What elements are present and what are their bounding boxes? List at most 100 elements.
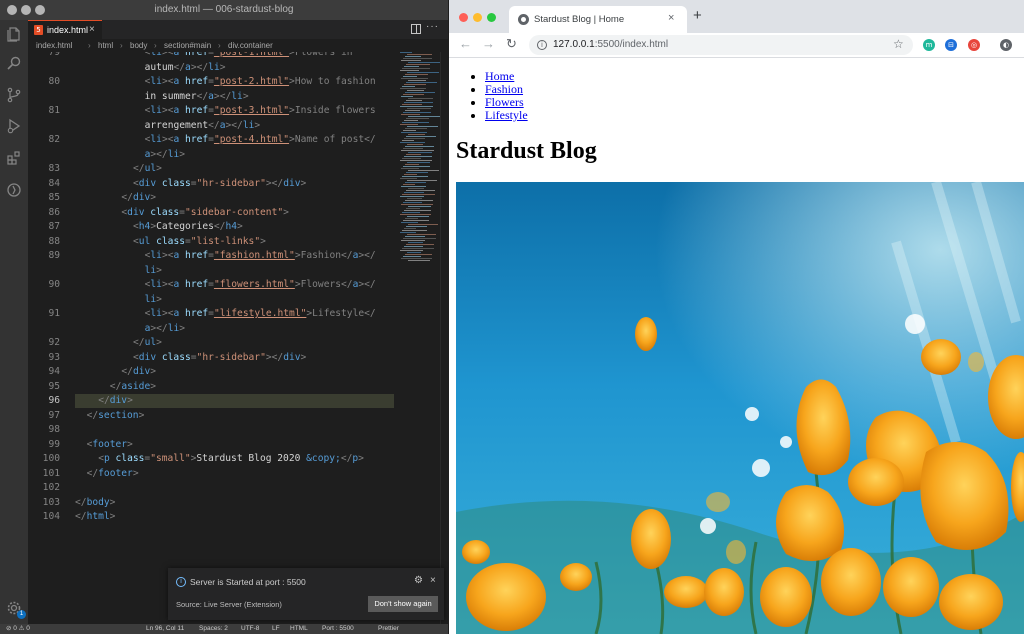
extension-icon[interactable]: m [923,39,935,51]
minimap-line [407,54,432,55]
toast-gear-icon[interactable]: ⚙ [414,575,423,586]
editor-tab-bar: 5 index.html × ··· [28,20,448,39]
minimap-line [405,200,433,201]
minimap-line [404,66,419,67]
encoding-status[interactable]: UTF-8 [241,624,259,634]
minimap-line [405,164,419,165]
minimap[interactable] [400,52,441,272]
minimap-line [401,240,425,241]
breadcrumb-chevron-icon: › [120,41,123,50]
minimap-line [403,148,423,149]
line-number: 88 [48,235,60,247]
minimap-line [404,246,423,247]
url-path: :5500/index.html [594,39,669,50]
address-bar[interactable]: i 127.0.0.1:5500/index.html ☆ [529,35,913,55]
toast-close-icon[interactable]: × [430,575,436,586]
minimap-line [407,90,424,91]
dont-show-again-button[interactable]: Don't show again [368,596,438,612]
html5-file-icon: 5 [34,25,43,35]
cursor-position[interactable]: Ln 96, Col 11 [146,624,184,634]
nav-link-flowers[interactable]: Flowers [485,95,524,109]
nav-link-home[interactable]: Home [485,69,514,83]
extensions-icon[interactable] [6,150,22,166]
source-control-icon[interactable] [6,87,22,103]
close-window-button[interactable] [459,13,468,22]
minimize-window-button[interactable] [473,13,482,22]
minimap-line [405,218,418,219]
prettier-status[interactable]: Prettier [378,624,399,634]
minimap-line [403,220,429,221]
line-number: 92 [48,337,60,348]
code-line: <li><a href="lifestyle.html">Lifestyle</ [144,308,376,319]
live-server-port[interactable]: Port : 5500 [322,624,354,634]
nav-item: Lifestyle [485,109,528,122]
minimap-line [400,214,431,215]
code-line: li> [144,293,162,305]
line-number: 89 [48,250,60,261]
eol-status[interactable]: LF [272,624,280,634]
code-editor[interactable]: 79 <li><a href="post-1.html">Flowers in au… [28,52,448,624]
run-debug-icon[interactable] [6,118,22,134]
reload-icon[interactable]: ↻ [506,36,517,52]
minimap-line [401,78,428,79]
breadcrumb-item[interactable]: section#main [164,41,211,50]
breadcrumb-item[interactable]: body [130,41,147,50]
code-line: <p class="small">Stardust Blog 2020 &cop… [98,453,364,464]
tab-close-icon[interactable]: × [668,12,674,24]
tab-close-icon[interactable]: × [89,24,95,35]
window-title: index.html — 006-stardust-blog [154,4,294,15]
breadcrumb-chevron-icon: › [88,41,91,50]
code-line: <footer> [86,438,133,450]
page-title: Stardust Blog [456,138,597,164]
more-actions-icon[interactable]: ··· [426,21,439,32]
browser-toolbar: ← → ↻ i 127.0.0.1:5500/index.html ☆ m ⊟ … [449,33,1024,58]
line-number: 94 [48,366,60,377]
browser-tab-title: Stardust Blog | Home [534,14,625,25]
extension-icon[interactable]: ⊟ [945,39,957,51]
manage-gear-icon[interactable]: 1 [6,600,26,619]
minimap-line [404,192,424,193]
browser-tab-home[interactable]: Stardust Blog | Home × [509,6,687,33]
minimap-line [403,112,431,113]
line-number: 95 [48,380,60,392]
editor-scrollbar[interactable] [440,52,448,624]
back-arrow-icon[interactable]: ← [459,37,472,51]
split-editor-icon[interactable] [411,24,421,34]
tab-index-html[interactable]: 5 index.html × [28,20,102,39]
breadcrumb-item[interactable]: index.html [36,41,72,50]
line-number: 84 [48,177,60,189]
minimap-line [406,226,427,227]
minimap-line [406,136,436,137]
code-line: a></li> [144,148,186,160]
minimap-line [407,144,423,145]
line-number: 93 [48,351,60,363]
bookmark-star-icon[interactable]: ☆ [893,37,904,51]
code-line: </div> [121,192,157,203]
minimap-line [404,210,431,211]
forward-arrow-icon[interactable]: → [482,37,495,51]
code-line: </aside> [109,380,157,392]
problems-status[interactable]: ⊘ 0 ⚠ 0 [6,624,30,634]
minimap-line [403,76,417,77]
profile-extension-icon[interactable]: ◐ [1000,39,1012,51]
nav-link-fashion[interactable]: Fashion [485,82,523,96]
breadcrumb-item[interactable]: div.container [228,41,273,50]
extension-icon[interactable]: ◎ [968,39,980,51]
breadcrumb-item[interactable]: html [98,41,113,50]
zoom-window-button[interactable] [487,13,496,22]
site-info-icon[interactable]: i [537,40,547,50]
indentation-status[interactable]: Spaces: 2 [199,624,228,634]
search-icon[interactable] [6,55,22,71]
minimap-line [405,254,432,255]
new-tab-button[interactable]: + [693,8,702,23]
explorer-icon[interactable] [6,26,22,42]
minimap-line [407,126,438,127]
language-mode[interactable]: HTML [290,624,308,634]
nav-link-lifestyle[interactable]: Lifestyle [485,108,528,122]
code-line: <li><a href="post-3.html">Inside flowers [144,105,376,116]
live-share-icon[interactable] [6,182,22,198]
line-number: 81 [48,105,60,116]
code-line: <li><a href="flowers.html">Flowers</a></ [144,279,376,290]
status-bar: ⊘ 0 ⚠ 0 Ln 96, Col 11 Spaces: 2 UTF-8 LF… [0,624,448,634]
minimap-line [403,58,432,59]
